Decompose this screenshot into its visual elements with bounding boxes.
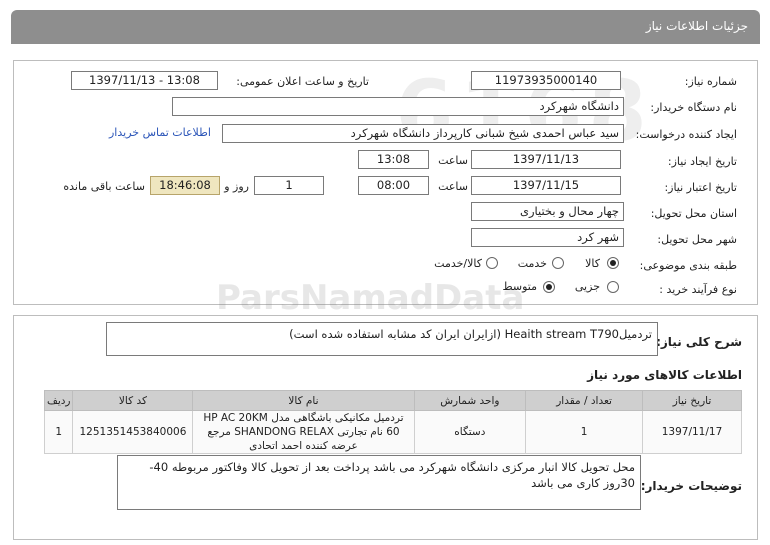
summary-text: تردمیلHeaith stream T790 (ازایران ایران … (289, 327, 652, 341)
category-service-label: خدمت (517, 257, 547, 270)
created-time-field: 13:08 (358, 150, 429, 169)
validity-time-field: 08:00 (358, 176, 429, 195)
items-section-title: اطلاعات کالاهای مورد نیاز (587, 368, 742, 382)
summary-label: شرح کلی نیاز: (656, 335, 742, 349)
validity-date-field: 1397/11/15 (471, 176, 621, 195)
category-goods-service-label: کالا/خدمت (434, 257, 482, 270)
page-title: جزئیات اطلاعات نیاز (645, 19, 748, 33)
col-name: نام کالا (192, 390, 415, 411)
col-unit: واحد شمارش (413, 390, 527, 411)
validity-time-label: ساعت (438, 180, 468, 193)
validity-date-label: تاریخ اعتبار نیاز: (664, 181, 737, 194)
process-medium-radio[interactable] (543, 281, 555, 293)
days-field: 1 (254, 176, 324, 195)
page-header: جزئیات اطلاعات نیاز (11, 10, 760, 44)
requester-field: سید عباس احمدی شیخ شبانی کارپرداز دانشگا… (222, 124, 624, 143)
requester-label: ایجاد کننده درخواست: (635, 128, 737, 141)
cell-qty: 1 (525, 410, 644, 454)
summary-box: تردمیلHeaith stream T790 (ازایران ایران … (106, 322, 658, 356)
remaining-label: ساعت باقی مانده (63, 180, 145, 193)
cell-name: تردمیل مکانیکی باشگاهی مدل HP AC 20KM 60… (192, 410, 415, 454)
buyer-org-field: دانشگاه شهرکرد (172, 97, 624, 116)
buyer-notes-label: توضیحات خریدار: (640, 479, 742, 493)
buyer-org-label: نام دستگاه خریدار: (650, 101, 737, 114)
city-field: شهر کرد (471, 228, 624, 247)
province-label: استان محل تحویل: (650, 207, 737, 220)
category-goods-label: کالا (585, 257, 600, 270)
category-service-radio[interactable] (552, 257, 564, 269)
table-row: 1397/11/17 1 دستگاه تردمیل مکانیکی باشگا… (43, 410, 742, 454)
buyer-notes-box: محل تحویل کالا انبار مرکزی دانشگاه شهرکر… (117, 455, 641, 510)
items-table: تاریخ نیاز تعداد / مقدار واحد شمارش نام … (43, 390, 742, 454)
items-table-header: تاریخ نیاز تعداد / مقدار واحد شمارش نام … (43, 390, 742, 411)
cell-row: 1 (43, 410, 74, 454)
category-label: طبقه بندی موضوعی: (639, 259, 737, 272)
col-row: ردیف (43, 390, 74, 411)
created-time-label: ساعت (438, 154, 468, 167)
col-date: تاریخ نیاز (642, 390, 742, 411)
process-minor-label: جزیی (574, 280, 600, 293)
col-qty: تعداد / مقدار (525, 390, 644, 411)
need-number-label: شماره نیاز: (684, 75, 737, 88)
created-date-label: تاریخ ایجاد نیاز: (667, 155, 737, 168)
process-minor-radio[interactable] (607, 281, 619, 293)
contact-buyer-link[interactable]: اطلاعات تماس خریدار (109, 126, 211, 139)
remaining-time-field: 18:46:08 (150, 176, 220, 195)
category-goods-radio[interactable] (607, 257, 619, 269)
days-label: روز و (224, 180, 249, 193)
announce-field: 1397/11/13 - 13:08 (71, 71, 218, 90)
city-label: شهر محل تحویل: (657, 233, 737, 246)
cell-date: 1397/11/17 (642, 410, 742, 454)
col-code: کد کالا (72, 390, 194, 411)
category-goods-service-radio[interactable] (486, 257, 498, 269)
need-number-field: 11973935000140 (471, 71, 621, 90)
province-field: چهار محال و بختیاری (471, 202, 624, 221)
announce-label: تاریخ و ساعت اعلان عمومی: (236, 75, 369, 88)
cell-unit: دستگاه (413, 410, 527, 454)
process-medium-label: متوسط (502, 280, 537, 293)
buyer-notes-text: محل تحویل کالا انبار مرکزی دانشگاه شهرکر… (149, 460, 635, 490)
process-label: نوع فرآیند خرید : (659, 283, 737, 296)
cell-code: 1251351453840006 (72, 410, 194, 454)
created-date-field: 1397/11/13 (471, 150, 621, 169)
